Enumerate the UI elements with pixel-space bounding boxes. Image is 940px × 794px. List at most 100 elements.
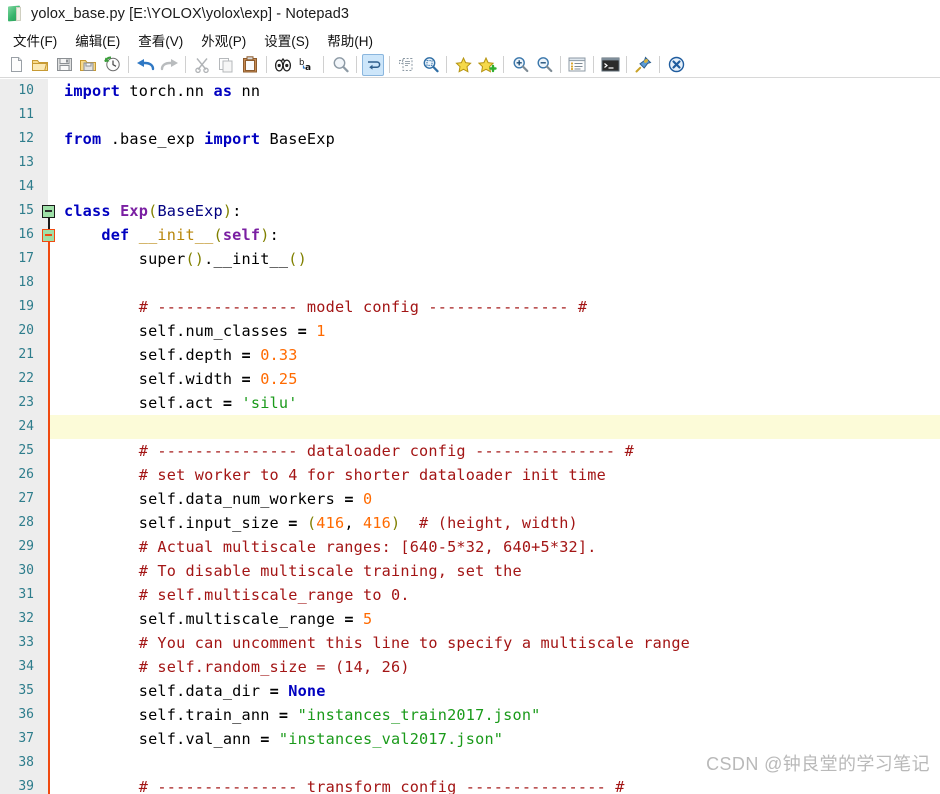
line-number: 38 — [18, 755, 34, 770]
code-line[interactable]: 16 def __init__(self): — [0, 223, 940, 247]
toolbar-word-wrap-icon[interactable] — [362, 53, 384, 76]
toolbar-find-icon[interactable] — [272, 54, 294, 76]
code-line[interactable]: 22 self.width = 0.25 — [0, 367, 940, 391]
code-text: # self.random_size = (14, 26) — [64, 658, 410, 676]
code-line[interactable]: 23 self.act = 'silu' — [0, 391, 940, 415]
line-number: 37 — [18, 731, 34, 746]
toolbar-separator — [356, 56, 357, 73]
code-line[interactable]: 27 self.data_num_workers = 0 — [0, 487, 940, 511]
code-line[interactable]: 32 self.multiscale_range = 5 — [0, 607, 940, 631]
menu-edit[interactable]: 编辑(E) — [66, 28, 129, 52]
line-number: 21 — [18, 347, 34, 362]
toolbar-copy-icon[interactable] — [215, 54, 237, 76]
code-line[interactable]: 20 self.num_classes = 1 — [0, 319, 940, 343]
toolbar-replace-icon[interactable]: ba — [296, 54, 318, 76]
toolbar-list-icon[interactable] — [566, 54, 588, 76]
line-number: 17 — [18, 251, 34, 266]
line-number: 12 — [18, 131, 34, 146]
toolbar-separator — [185, 56, 186, 73]
window-title: yolox_base.py [E:\YOLOX\yolox\exp] - Not… — [31, 6, 350, 22]
menu-bar: 文件(F) 编辑(E) 查看(V) 外观(P) 设置(S) 帮助(H) — [0, 28, 940, 52]
toolbar-console-icon[interactable] — [599, 54, 621, 76]
line-number: 11 — [18, 107, 34, 122]
code-line[interactable]: 11 — [0, 103, 940, 127]
code-line[interactable]: 21 self.depth = 0.33 — [0, 343, 940, 367]
line-number: 15 — [18, 203, 34, 218]
code-line[interactable]: 29 # Actual multiscale ranges: [640-5*32… — [0, 535, 940, 559]
code-text: from .base_exp import BaseExp — [64, 130, 335, 148]
current-line-highlight — [50, 415, 940, 439]
code-line[interactable]: 13 — [0, 151, 940, 175]
toolbar-undo-icon[interactable] — [134, 54, 156, 76]
code-text: import torch.nn as nn — [64, 82, 261, 100]
code-text: self.depth = 0.33 — [64, 346, 298, 364]
code-line[interactable]: 17 super().__init__() — [0, 247, 940, 271]
toolbar-separator — [626, 56, 627, 73]
toolbar-save-as-icon[interactable] — [77, 54, 99, 76]
code-line[interactable]: 34 # self.random_size = (14, 26) — [0, 655, 940, 679]
code-text: # --------------- dataloader config ----… — [64, 442, 634, 460]
line-number: 36 — [18, 707, 34, 722]
toolbar: ba — [0, 52, 940, 78]
toolbar-redo-icon[interactable] — [158, 54, 180, 76]
code-text: # set worker to 4 for shorter dataloader… — [64, 466, 606, 484]
code-line[interactable]: 14 — [0, 175, 940, 199]
menu-view[interactable]: 查看(V) — [129, 28, 192, 52]
code-text: # To disable multiscale training, set th… — [64, 562, 522, 580]
code-line[interactable]: 33 # You can uncomment this line to spec… — [0, 631, 940, 655]
toolbar-zoom-find-icon[interactable] — [329, 54, 351, 76]
toolbar-zoom-select-icon[interactable] — [419, 54, 441, 76]
toolbar-whitespace-icon[interactable] — [395, 54, 417, 76]
code-line[interactable]: 24 — [0, 415, 940, 439]
line-number: 33 — [18, 635, 34, 650]
code-line[interactable]: 28 self.input_size = (416, 416) # (heigh… — [0, 511, 940, 535]
code-line[interactable]: 39 # --------------- transform config --… — [0, 775, 940, 794]
toolbar-bookmark-add-icon[interactable] — [476, 54, 498, 76]
fold-toggle[interactable] — [42, 228, 55, 242]
code-line[interactable]: 18 — [0, 271, 940, 295]
toolbar-paste-icon[interactable] — [239, 54, 261, 76]
code-line[interactable]: 15 class Exp(BaseExp): — [0, 199, 940, 223]
code-line[interactable]: 26 # set worker to 4 for shorter dataloa… — [0, 463, 940, 487]
code-line[interactable]: 35 self.data_dir = None — [0, 679, 940, 703]
code-line[interactable]: 25 # --------------- dataloader config -… — [0, 439, 940, 463]
line-number: 19 — [18, 299, 34, 314]
toolbar-separator — [593, 56, 594, 73]
line-number: 20 — [18, 323, 34, 338]
code-line[interactable]: 30 # To disable multiscale training, set… — [0, 559, 940, 583]
fold-toggle[interactable] — [42, 204, 55, 218]
code-text: super().__init__() — [64, 250, 307, 268]
toolbar-revert-icon[interactable] — [101, 54, 123, 76]
toolbar-separator — [446, 56, 447, 73]
line-number: 14 — [18, 179, 34, 194]
line-number: 28 — [18, 515, 34, 530]
menu-file[interactable]: 文件(F) — [4, 28, 66, 52]
menu-appearance[interactable]: 外观(P) — [192, 28, 255, 52]
line-number: 23 — [18, 395, 34, 410]
code-line[interactable]: 36 self.train_ann = "instances_train2017… — [0, 703, 940, 727]
code-line[interactable]: 19 # --------------- model config ------… — [0, 295, 940, 319]
toolbar-cut-icon[interactable] — [191, 54, 213, 76]
code-text: self.num_classes = 1 — [64, 322, 326, 340]
menu-help[interactable]: 帮助(H) — [318, 28, 382, 52]
code-text: class Exp(BaseExp): — [64, 202, 242, 220]
toolbar-pin-icon[interactable] — [632, 54, 654, 76]
code-editor[interactable]: 10 import torch.nn as nn 11 12 from .base_ex… — [0, 79, 940, 794]
toolbar-open-folder-icon[interactable] — [29, 54, 51, 76]
line-number: 30 — [18, 563, 34, 578]
line-number: 32 — [18, 611, 34, 626]
toolbar-separator — [659, 56, 660, 73]
toolbar-new-file-icon[interactable] — [5, 54, 27, 76]
code-line[interactable]: 12 from .base_exp import BaseExp — [0, 127, 940, 151]
code-line[interactable]: 38 — [0, 751, 940, 775]
code-line[interactable]: 31 # self.multiscale_range to 0. — [0, 583, 940, 607]
code-line[interactable]: 10 import torch.nn as nn — [0, 79, 940, 103]
toolbar-save-icon[interactable] — [53, 54, 75, 76]
toolbar-zoom-out-icon[interactable] — [533, 54, 555, 76]
toolbar-bookmark-icon[interactable] — [452, 54, 474, 76]
menu-settings[interactable]: 设置(S) — [255, 28, 318, 52]
toolbar-exit-icon[interactable] — [665, 54, 687, 76]
code-line[interactable]: 37 self.val_ann = "instances_val2017.jso… — [0, 727, 940, 751]
code-text: def __init__(self): — [101, 226, 279, 244]
toolbar-zoom-in-icon[interactable] — [509, 54, 531, 76]
